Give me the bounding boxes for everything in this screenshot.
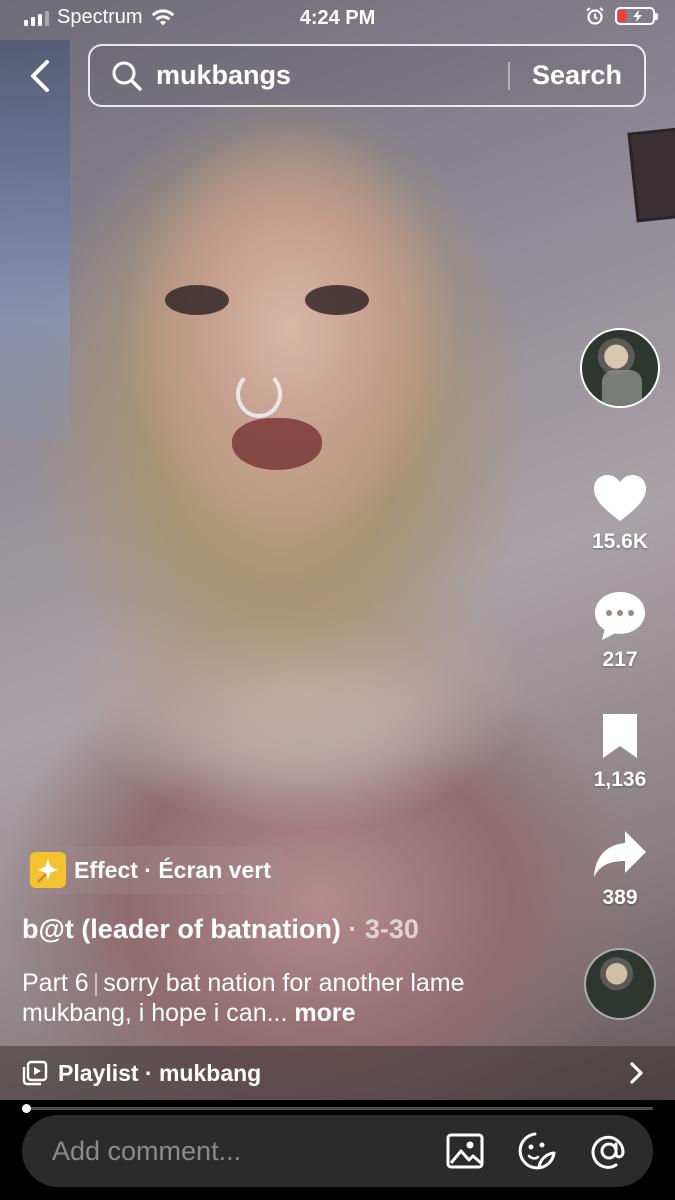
wall-frame (627, 127, 675, 223)
creator-avatar[interactable] (580, 328, 660, 408)
bottom-bar (0, 1100, 675, 1200)
sparkle-effect-icon (30, 852, 66, 888)
alarm-icon (586, 7, 604, 25)
share-arrow-icon (594, 831, 646, 877)
share-count: 389 (602, 886, 638, 909)
effect-label: Effect · Écran vert (74, 856, 271, 883)
save-count: 1,136 (593, 768, 647, 791)
video-figure-mouth (232, 418, 322, 470)
video-progress-bar[interactable] (22, 1104, 653, 1113)
mention-icon (591, 1135, 625, 1169)
caption-more-link[interactable]: more (294, 999, 355, 1027)
status-time: 4:24 PM (299, 7, 376, 29)
like-count: 15.6K (591, 530, 649, 553)
image-button[interactable] (437, 1123, 493, 1179)
author-name[interactable]: b@t (leader of batnation) (22, 914, 341, 944)
image-icon (446, 1133, 484, 1169)
bookmark-icon (603, 714, 637, 758)
back-chevron-icon (31, 60, 49, 92)
search-query[interactable]: mukbangs (156, 60, 508, 91)
video-figure-piercing (236, 370, 282, 418)
progress-knob[interactable] (22, 1104, 31, 1113)
heart-icon (594, 475, 646, 521)
chevron-right-icon[interactable] (617, 1053, 657, 1093)
search-button[interactable]: Search (510, 60, 644, 91)
post-date: · 3-30 (340, 914, 419, 944)
comment-button[interactable]: 217 (575, 586, 665, 672)
comment-input[interactable] (52, 1135, 437, 1167)
wall-poster (0, 40, 70, 440)
author-line: b@t (leader of batnation) · 3-30 (22, 914, 419, 945)
share-button[interactable]: 389 (575, 824, 665, 910)
mention-button[interactable] (581, 1123, 637, 1179)
search-icon (110, 59, 144, 93)
comment-input-bar[interactable] (22, 1115, 653, 1187)
video-figure-eye (305, 285, 369, 315)
caption-separator: | (92, 969, 100, 997)
action-rail: 15.6K 217 1,136 389 (580, 328, 660, 909)
comment-count: 217 (602, 648, 638, 671)
comment-bubble-icon (595, 592, 645, 640)
playlist-bar[interactable]: Playlist · mukbang (0, 1046, 675, 1100)
battery-icon (615, 7, 658, 25)
caption-part: Part 6 (22, 969, 89, 997)
like-button[interactable]: 15.6K (575, 468, 665, 554)
back-button[interactable] (20, 52, 60, 100)
save-button[interactable]: 1,136 (575, 706, 665, 792)
search-bar[interactable]: mukbangs Search (88, 44, 646, 107)
emoji-icon (518, 1132, 556, 1170)
playlist-label: Playlist · mukbang (58, 1059, 262, 1086)
playlist-icon (22, 1060, 48, 1086)
emoji-button[interactable] (509, 1123, 565, 1179)
post-caption[interactable]: Part 6 | sorry bat nation for another lame… (22, 968, 562, 1028)
status-bar: Spectrum 4:24 PM (0, 0, 675, 38)
sound-disc-avatar[interactable] (584, 948, 656, 1020)
effect-chip[interactable]: Effect · Écran vert (24, 846, 285, 894)
video-figure-eye (165, 285, 229, 315)
